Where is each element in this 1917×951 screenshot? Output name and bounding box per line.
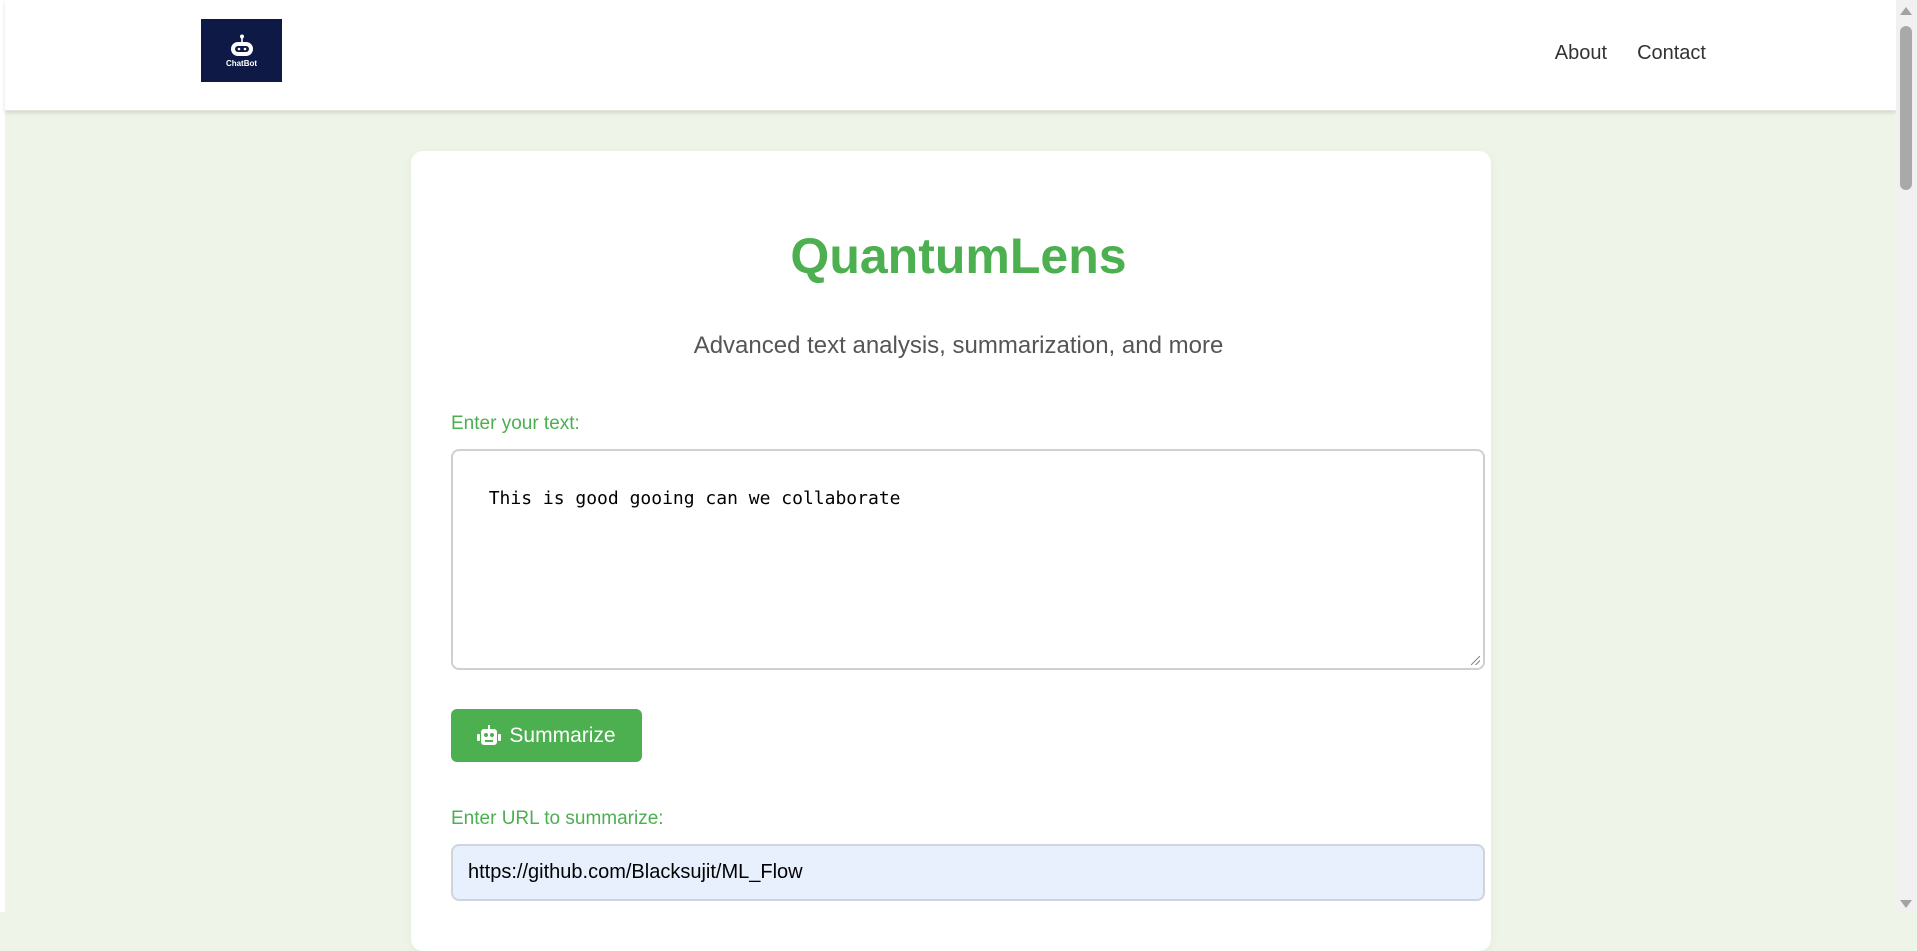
resize-handle[interactable] bbox=[1471, 656, 1480, 665]
text-input[interactable]: This is good gooing can we collaborate bbox=[451, 449, 1485, 670]
scrollbar-thumb[interactable] bbox=[1900, 26, 1912, 190]
url-input[interactable]: https://github.com/Blacksujit/ML_Flow bbox=[451, 844, 1485, 901]
robot-icon bbox=[477, 724, 502, 745]
page-title: QuantumLens bbox=[790, 228, 1127, 284]
logo[interactable]: ChatBot bbox=[201, 19, 282, 82]
scroll-down-arrow-icon[interactable] bbox=[1900, 900, 1912, 908]
nav-links: About Contact bbox=[1555, 42, 1706, 65]
summarize-button[interactable]: Summarize bbox=[451, 709, 642, 762]
url-input-value: https://github.com/Blacksujit/ML_Flow bbox=[468, 861, 803, 883]
logo-text: ChatBot bbox=[225, 58, 258, 68]
robot-icon bbox=[230, 34, 253, 56]
text-input-label: Enter your text: bbox=[451, 413, 580, 434]
page-edge bbox=[0, 0, 5, 912]
scroll-up-arrow-icon[interactable] bbox=[1900, 7, 1912, 15]
url-input-label: Enter URL to summarize: bbox=[451, 808, 664, 829]
summarize-button-label: Summarize bbox=[509, 723, 616, 747]
nav-link-contact[interactable]: Contact bbox=[1637, 42, 1706, 65]
page-subtitle: Advanced text analysis, summarization, a… bbox=[693, 332, 1224, 359]
text-input-value: This is good gooing can we collaborate bbox=[488, 488, 901, 509]
nav-link-about[interactable]: About bbox=[1555, 42, 1607, 65]
navbar: ChatBot About Contact bbox=[5, 0, 1896, 111]
